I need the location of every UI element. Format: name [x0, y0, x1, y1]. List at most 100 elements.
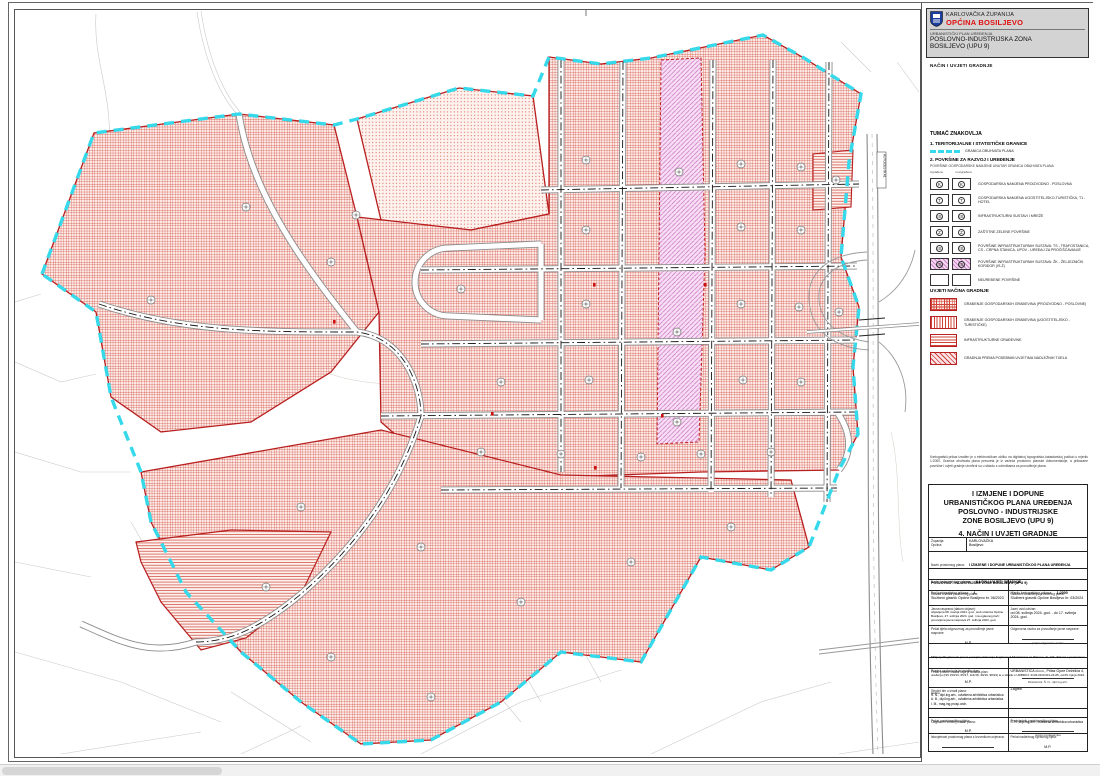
- legend-item-rail-label: POVRŠINE INFRASTRUKTURNIH SUSTAVA: ŽK - …: [978, 260, 1090, 269]
- symbol-IS-unbuilt: IS: [958, 213, 965, 220]
- vertical-lines-swatch: [930, 316, 957, 329]
- condition-special-label: GRADNJA PREMA POSEBNIM UVJETIMA NADLEŽNI…: [964, 356, 1067, 360]
- condition-infrastructure-label: INFRASTRUKTURNE GRAĐEVINE: [964, 338, 1022, 342]
- row-authenticity: Istovjetnost prostornog plana s izvornik…: [929, 734, 1087, 751]
- map-notes: Kartografski prikaz izrađen je u elektro…: [930, 455, 1088, 468]
- legend-item-rail: IS IS POVRŠINE INFRASTRUKTURNIH SUSTAVA: …: [930, 258, 1090, 270]
- col-built-label: izgrađeno: [930, 170, 943, 174]
- author-seal-mp: M.P.: [931, 680, 1006, 684]
- symbol-rail-built: IS: [936, 261, 943, 268]
- row-decisions: Odluka o izradi prostornog plana: Službe…: [929, 591, 1087, 606]
- municipality-value: Bosiljevo: [969, 543, 1085, 547]
- signature-line: [1022, 731, 1074, 732]
- crosshatch-swatch: [930, 298, 957, 311]
- title-line2: URBANISTIČKOG PLANA UREĐENJA: [931, 498, 1085, 507]
- plan-name-label: Naziv prostornog plana:: [931, 563, 965, 567]
- legend-title: TUMAČ ZNAKOVLJA: [930, 131, 1090, 137]
- title-line1: I IZMJENE I DOPUNE: [931, 489, 1085, 498]
- legend-item-empty-label: NEUREĐENE POVRŠINE: [978, 278, 1020, 282]
- legend-section2-note: POVRŠINE GOSPODARSKE NAMJENE UNUTAR GRAN…: [930, 164, 1090, 168]
- decision-start-value: Službeni glasnik Općine Bosiljevo br. 06…: [931, 596, 1006, 600]
- scrollbar-thumb[interactable]: [2, 767, 222, 775]
- title-line3: POSLOVNO - INDUSTRIJSKE: [931, 507, 1085, 516]
- symbol-IS-built: IS: [936, 213, 943, 220]
- title-block: I IZMJENE I DOPUNE URBANISTIČKOG PLANA U…: [928, 484, 1088, 541]
- highway-label: AUTOCESTA A1: [877, 152, 887, 188]
- director-note: Direktorica: Š. N., dipl.ing.arh.: [1011, 680, 1086, 684]
- team-member-3: I. M., mag.ing.prosp.arch.: [931, 702, 1006, 706]
- condition-tourism-label: GRAĐENJE GOSPODARSKIH GRAĐEVINA (UGOSTIT…: [964, 318, 1090, 327]
- county-name: KARLOVAČKA ŽUPANIJA: [946, 12, 1023, 18]
- row-author-seal: Pečat pravne osobe koja je izradila plan…: [929, 669, 1087, 688]
- hearing-seal-label: Pečat tijela odgovornog za provođenje ja…: [931, 627, 1006, 635]
- hearing-officer-label: Odgovorna osoba za provođenje javne rasp…: [1011, 627, 1086, 631]
- public-view-value: od 08. svibnja 2024. god. - do 17. svibn…: [1011, 611, 1086, 620]
- municipality-crest-icon: [930, 11, 943, 27]
- legend-column-headers: izgrađeno neizgrađeno: [930, 170, 972, 174]
- legend-item-K: K K GOSPODARSKA NAMJENA PROIZVODNO - POSL…: [930, 178, 1090, 190]
- symbol-IS2-built: IS: [936, 245, 943, 252]
- plan-sheet: AUTOCESTA A1: [8, 2, 1093, 762]
- conditions-legend: UVJETI NAČINA GRADNJE GRAĐENJE GOSPODARS…: [930, 284, 1090, 370]
- author-seal-label: Pečat pravne osobe koja je izradila plan…: [931, 670, 1006, 674]
- legend-item-IS2: IS IS POVRŠINE INFRASTRUKTURNIH SUSTAVA: …: [930, 242, 1090, 254]
- highway-label-text: AUTOCESTA A1: [883, 154, 887, 178]
- row-public-hearing: Javna rasprava (datum objave): objavljen…: [929, 606, 1087, 626]
- symbol-empty-unbuilt: [958, 277, 965, 284]
- symbol-K-built: K: [936, 181, 943, 188]
- decision-adopt-value: Službeni glasnik Općine Bosiljevo br. 03…: [1011, 596, 1086, 600]
- legend-item-Z-label: ZAŠTITNE ZELENE POVRŠINE: [978, 230, 1030, 234]
- symbol-rail-unbuilt: IS: [958, 261, 965, 268]
- title-panel: KARLOVAČKA ŽUPANIJA OPĆINA BOSILJEVO URB…: [921, 3, 1093, 762]
- diagonal-lines-swatch: [930, 352, 957, 365]
- row-hearing-seal: Pečat tijela odgovornog za provođenje ja…: [929, 626, 1087, 644]
- council-seal-label: Pečat predstavničkog tijela:: [931, 719, 1006, 723]
- legend-item-IS: ISIS INFRASTRUKTURNI SUSTAVI I MREŽE: [930, 210, 1090, 222]
- title-line4: ZONE BOSILJEVO (UPU 9): [931, 516, 1085, 525]
- legend-section2-title: 2. POVRŠINE ZA RAZVOJ I UREĐENJE: [930, 157, 1090, 162]
- sheet-label: NAČIN I UVJETI GRADNJE: [930, 63, 993, 68]
- plan-name-line1: POSLOVNO-INDUSTRIJSKA ZONA: [930, 36, 1085, 43]
- legend-item-Z: Z Z ZAŠTITNE ZELENE POVRŠINE: [930, 226, 1090, 238]
- authority-seal-mp: M.P.: [1011, 745, 1086, 749]
- condition-item-infrastructure: INFRASTRUKTURNE GRAĐEVINE: [930, 334, 1090, 347]
- zone-west-industrial: [42, 114, 379, 432]
- condition-item-industrial: GRAĐENJE GOSPODARSKIH GRAĐEVINA (PROIZVO…: [930, 298, 1090, 311]
- row-team: Stručni tim u izradi plana: Š. N., dipl.…: [929, 688, 1087, 709]
- plan-name-line2: BOSILJEVO (UPU 9): [930, 43, 1085, 50]
- symbol-Z-built: Z: [936, 229, 943, 236]
- plan-info-table: Županija: Općina: KARLOVAČKA Bosiljevo N…: [928, 537, 1088, 752]
- authenticity-label: Istovjetnost prostornog plana s izvornik…: [931, 735, 1006, 739]
- signature-line: [1022, 639, 1074, 640]
- council-president-label: Predsjednik predstavničkog tijela:: [1011, 719, 1086, 723]
- legend-item-T-label: GOSPODARSKA NAMJENA UGOSTITELJSKO-TURIST…: [978, 196, 1090, 205]
- condition-industrial-label: GRAĐENJE GOSPODARSKIH GRAĐEVINA (PROIZVO…: [964, 302, 1086, 306]
- plan-header: KARLOVAČKA ŽUPANIJA OPĆINA BOSILJEVO URB…: [926, 8, 1089, 58]
- symbol-IS2-unbuilt: IS: [958, 245, 965, 252]
- row-lead: Odgovorni voditelj izrade plana: Š. N., …: [929, 709, 1087, 718]
- symbol-T-built: T: [936, 197, 943, 204]
- condition-item-special: GRADNJA PREMA POSEBNIM UVJETIMA NADLEŽNI…: [930, 352, 1090, 365]
- header-divider: [930, 29, 1085, 30]
- plan-viewer: AUTOCESTA A1: [0, 0, 1100, 776]
- row-county: Županija: Općina: KARLOVAČKA Bosiljevo: [929, 538, 1087, 552]
- map-frame: AUTOCESTA A1: [14, 9, 921, 758]
- public-hearing-value: objavljena 08. travnja 2024. god., web s…: [931, 611, 1006, 622]
- symbol-Z-unbuilt: Z: [958, 229, 965, 236]
- legend-item-T: TT GOSPODARSKA NAMJENA UGOSTITELJSKO-TUR…: [930, 194, 1090, 206]
- legend: TUMAČ ZNAKOVLJA 1. TERITORIJALNE I STATI…: [930, 131, 1090, 290]
- site-plan-map: AUTOCESTA A1: [15, 10, 920, 757]
- municipality-label: Općina:: [931, 543, 964, 547]
- boundary-label: GRANICA OBUHVATA PLANA: [965, 149, 1014, 153]
- railway-corridor: [657, 58, 705, 444]
- municipality-name: OPĆINA BOSILJEVO: [946, 18, 1023, 27]
- row-plan-name: Naziv prostornog plana: I IZMJENE I DOPU…: [929, 552, 1087, 569]
- condition-item-tourism: GRAĐENJE GOSPODARSKIH GRAĐEVINA (UGOSTIT…: [930, 316, 1090, 329]
- boundary-line-swatch: [930, 150, 960, 153]
- legend-item-K-label: GOSPODARSKA NAMJENA PROIZVODNO - POSLOVN…: [978, 182, 1072, 186]
- row-author: Pravna osoba koja je izradila plan: URBA…: [929, 658, 1087, 669]
- horizontal-scrollbar[interactable]: [0, 764, 1100, 776]
- council-seal-mp: M.P.: [931, 729, 1006, 733]
- legend-item-IS2-label: POVRŠINE INFRASTRUKTURNIH SUSTAVA: TS - …: [978, 244, 1090, 253]
- symbol-K-unbuilt: K: [958, 181, 965, 188]
